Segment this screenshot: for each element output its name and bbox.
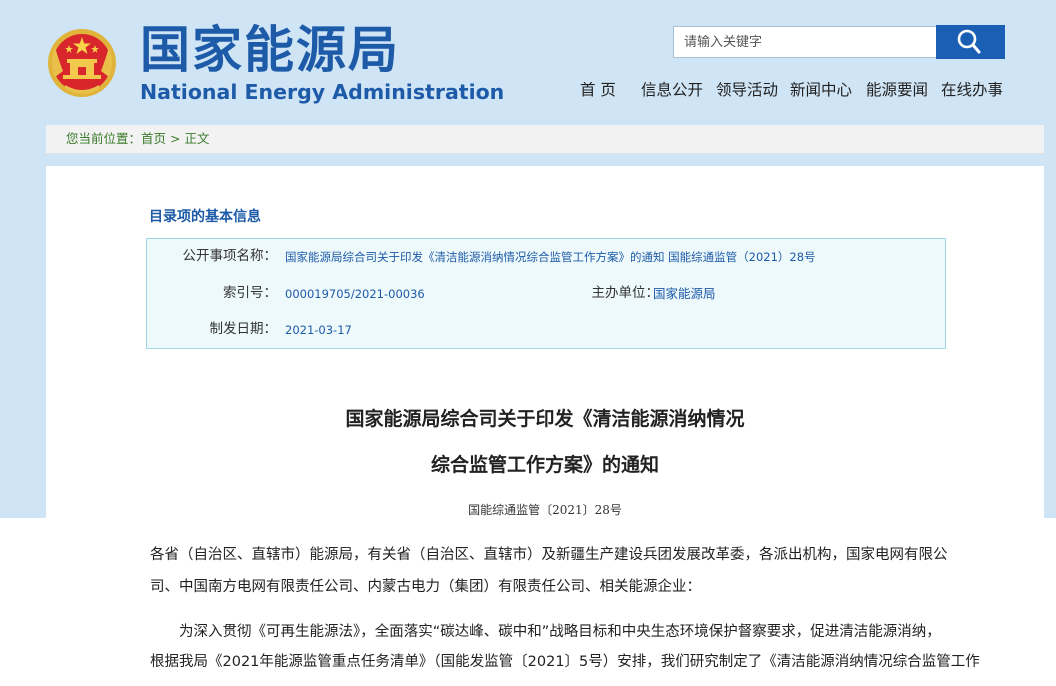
search-button[interactable] — [936, 25, 1005, 59]
document-number: 国能综通监管〔2021〕28号 — [468, 503, 622, 517]
date-label: 制发日期： — [209, 321, 278, 337]
document-title-line2: 综合监管工作方案》的通知 — [430, 454, 659, 476]
organization-value: 国家能源局 — [653, 286, 716, 301]
salutation-line2: 司、中国南方电网有限责任公司、内蒙古电力（集团）有限责任公司、相关能源企业： — [150, 579, 701, 595]
salutation-line1: 各省（自治区、直辖市）能源局，有关省（自治区、直辖市）及新疆生产建设兵团发展改革… — [150, 547, 948, 563]
nav-news-center[interactable]: 新闻中心 — [790, 79, 852, 101]
content-card: 目录项的基本信息 公开事项名称： 国家能源局综合司关于印发《清洁能源消纳情况综合… — [46, 166, 1044, 686]
breadcrumb-separator: > — [170, 131, 181, 146]
index-label: 索引号： — [223, 285, 277, 301]
breadcrumb-home[interactable]: 首页 — [141, 131, 166, 146]
breadcrumb-current: 正文 — [184, 131, 210, 146]
nav-energy-news[interactable]: 能源要闻 — [866, 79, 928, 101]
brand-name-chinese: 国家能源局 — [140, 21, 400, 79]
magnifier-icon — [957, 29, 981, 54]
date-value: 2021-03-17 — [285, 323, 352, 337]
brand-name-english: National Energy Administration — [140, 80, 505, 104]
index-value: 000019705/2021-00036 — [285, 287, 425, 301]
subject-value: 国家能源局综合司关于印发《清洁能源消纳情况综合监管工作方案》的通知 国能综通监管… — [285, 250, 816, 264]
document-title-line1: 国家能源局综合司关于印发《清洁能源消纳情况 — [345, 408, 745, 430]
national-emblem-icon — [48, 29, 116, 97]
breadcrumb: 您当前位置：首页 > 正文 — [66, 130, 210, 148]
organization-label: 主办单位： — [591, 285, 660, 301]
info-box: 公开事项名称： 国家能源局综合司关于印发《清洁能源消纳情况综合监管工作方案》的通… — [146, 238, 946, 349]
info-section-title: 目录项的基本信息 — [149, 209, 261, 225]
breadcrumb-prefix: 您当前位置： — [66, 131, 142, 146]
body-paragraph-line2: 根据我局《2021年能源监管重点任务清单》（国能发监管〔2021〕5号）安排，我… — [150, 654, 980, 670]
search-input[interactable] — [673, 26, 937, 58]
breadcrumb-bar: 您当前位置：首页 > 正文 — [46, 125, 1044, 154]
nav-leadership[interactable]: 领导活动 — [716, 79, 778, 101]
nav-info-disclosure[interactable]: 信息公开 — [641, 79, 703, 101]
nav-online-services[interactable]: 在线办事 — [941, 79, 1003, 101]
subject-label: 公开事项名称： — [182, 248, 278, 264]
nav-home[interactable]: 首 页 — [580, 79, 616, 101]
body-paragraph-line1: 为深入贯彻《可再生能源法》，全面落实“碳达峰、碳中和”战略目标和中央生态环境保护… — [179, 624, 941, 640]
